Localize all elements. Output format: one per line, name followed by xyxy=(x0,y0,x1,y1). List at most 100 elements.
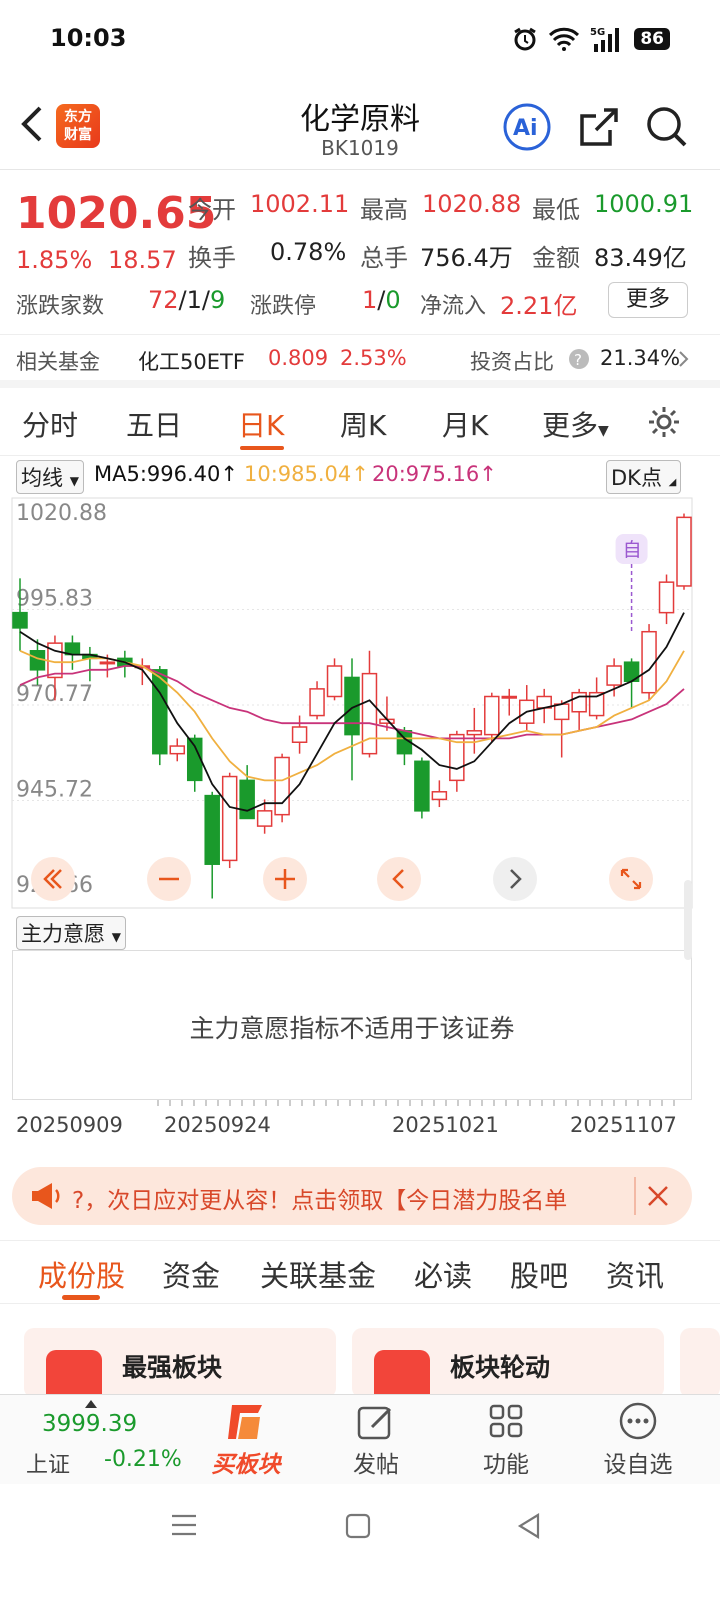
tab-news[interactable]: 资讯 xyxy=(606,1253,664,1295)
back-nav-icon[interactable] xyxy=(516,1512,542,1540)
tab-more[interactable]: 更多▼ xyxy=(542,404,609,444)
tab-related-funds[interactable]: 关联基金 xyxy=(260,1253,376,1295)
candle-body xyxy=(606,665,622,686)
system-nav-bar xyxy=(0,1484,720,1604)
card-partial[interactable] xyxy=(680,1328,720,1398)
banner-divider xyxy=(634,1177,636,1215)
tab-forum[interactable]: 股吧 xyxy=(510,1253,568,1295)
card-title: 板块轮动 xyxy=(450,1353,551,1382)
tab-intraday[interactable]: 分时 xyxy=(22,404,78,444)
chart-period-tabs: 分时 五日 日K 周K 月K 更多▼ xyxy=(0,396,720,456)
edit-icon xyxy=(357,1406,392,1440)
fund-percent: 2.53% xyxy=(340,346,407,370)
related-fund-row[interactable]: 相关基金 化工50ETF 0.809 2.53% 投资占比 ? 21.34% xyxy=(0,336,720,388)
zoom-out-icon[interactable] xyxy=(146,856,192,902)
candle-body xyxy=(431,791,448,801)
card-title: 最强板块 xyxy=(122,1353,223,1382)
card-sector-rotation[interactable]: 板块轮动 xyxy=(352,1328,664,1398)
candle-body xyxy=(466,730,483,736)
help-icon[interactable]: ? xyxy=(568,348,590,370)
ma5-legend: MA5:996.40↑ xyxy=(94,462,238,486)
menu-icon[interactable] xyxy=(170,1512,198,1538)
date-axis: 20250909 20250924 20251021 20251107 xyxy=(16,1100,677,1137)
banner-text: ?，次日应对更从容！点击领取【今日潜力股名单 xyxy=(72,1188,568,1214)
tab-constituents[interactable]: 成份股 xyxy=(38,1253,125,1295)
share-icon[interactable] xyxy=(574,102,624,152)
index-value[interactable]: 3999.39 xyxy=(42,1411,137,1437)
ratio-value: 21.34% xyxy=(600,346,681,370)
fund-price: 0.809 xyxy=(268,346,329,370)
pan-right-icon[interactable] xyxy=(492,856,538,902)
clock: 10:03 xyxy=(50,24,127,52)
tab-monthly-k[interactable]: 月K xyxy=(442,404,488,444)
candle-body xyxy=(414,760,430,812)
indicator-select[interactable]: 主力意愿 ▼ xyxy=(16,916,126,950)
kline-chart[interactable]: 1020.88995.83970.77945.72920.66自 xyxy=(0,494,720,912)
netflow-value: 2.21亿 xyxy=(500,292,578,320)
index-name[interactable]: 上证 xyxy=(26,1447,70,1479)
x-tick-label: 20251107 xyxy=(570,1113,677,1137)
ratio-label: 投资占比 xyxy=(470,350,554,374)
content-tabs: 成份股 资金 关联基金 必读 股吧 资讯 xyxy=(0,1240,720,1304)
y-tick-label: 995.83 xyxy=(16,586,93,611)
chart-controls xyxy=(0,856,720,904)
home-icon[interactable] xyxy=(344,1512,372,1540)
x-tick-label: 20250909 xyxy=(16,1113,123,1137)
candle-body xyxy=(274,756,290,816)
cell-signal-icon: 5G xyxy=(590,27,620,52)
turnover-label: 换手 xyxy=(188,244,236,272)
breadth-label: 涨跌家数 xyxy=(16,294,105,319)
limit-label: 涨跌停 xyxy=(250,294,317,319)
promo-banner[interactable]: ?，次日应对更从容！点击领取【今日潜力股名单 xyxy=(12,1167,692,1225)
caret-up-icon xyxy=(85,1400,97,1408)
dk-point-select[interactable]: DK点 ◢ xyxy=(606,460,682,494)
card-strongest-sector[interactable]: 最强板块 xyxy=(24,1328,336,1398)
y-tick-label: 1020.88 xyxy=(16,501,107,526)
zoom-in-icon[interactable] xyxy=(262,856,308,902)
limit-value: 1/0 xyxy=(362,286,401,314)
tab-five-day[interactable]: 五日 xyxy=(126,404,182,444)
search-icon[interactable] xyxy=(642,102,692,152)
ma20-legend: 20:975.16↑ xyxy=(372,462,497,486)
indicator-area: 主力意愿指标不适用于该证券 xyxy=(12,950,692,1100)
candle-body xyxy=(309,688,325,717)
x-tick-label: 20251021 xyxy=(392,1113,499,1137)
volume-label: 总手 xyxy=(360,244,408,272)
tab-funds-flow[interactable]: 资金 xyxy=(162,1253,220,1295)
megaphone-icon xyxy=(32,1183,60,1209)
ma-select[interactable]: 均线 ▼ xyxy=(16,460,84,494)
wifi-icon xyxy=(549,27,580,51)
candle-body xyxy=(361,672,378,755)
svg-text:Ai: Ai xyxy=(513,116,538,141)
fund-name: 化工50ETF xyxy=(138,350,245,374)
marker-label: 自 xyxy=(623,539,642,561)
change-percent: 1.85% xyxy=(16,246,93,274)
gear-icon[interactable] xyxy=(646,404,682,440)
candle-body xyxy=(99,661,116,665)
rotation-icon xyxy=(374,1350,430,1398)
caret-down-icon: ▼ xyxy=(598,423,609,439)
svg-text:?: ? xyxy=(574,351,582,369)
tab-weekly-k[interactable]: 周K xyxy=(340,404,386,444)
change-value: 18.57 xyxy=(108,246,177,274)
active-tab-underline xyxy=(240,446,284,450)
rewind-icon[interactable] xyxy=(30,856,76,902)
svg-text:5G: 5G xyxy=(590,27,605,38)
scrollbar[interactable] xyxy=(684,880,692,960)
ma10-legend: 10:985.04↑ xyxy=(244,462,369,486)
low-label: 最低 xyxy=(532,196,580,224)
tab-daily-k[interactable]: 日K xyxy=(238,404,284,444)
close-icon[interactable] xyxy=(646,1184,670,1208)
ai-icon[interactable]: Ai xyxy=(502,102,552,152)
pan-left-icon[interactable] xyxy=(376,856,422,902)
quote-panel: 1020.65 1.85% 18.57 今开 1002.11 最高 1020.8… xyxy=(0,170,720,335)
candle-body xyxy=(169,745,186,755)
open-label: 今开 xyxy=(188,196,236,224)
low-value: 1000.91 xyxy=(594,190,694,218)
status-bar: 10:03 5G 86 xyxy=(0,0,720,80)
candle-body xyxy=(676,516,692,587)
fullscreen-icon[interactable] xyxy=(608,856,654,902)
index-percent[interactable]: -0.21% xyxy=(104,1447,182,1472)
tab-must-read[interactable]: 必读 xyxy=(414,1253,472,1295)
more-button[interactable]: 更多 xyxy=(608,282,688,318)
